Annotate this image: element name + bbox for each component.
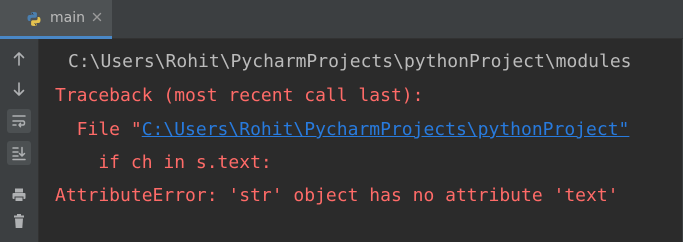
scroll-to-end-icon xyxy=(12,146,26,161)
print-button[interactable] xyxy=(7,183,31,207)
console-toolbar xyxy=(0,39,39,242)
down-button[interactable] xyxy=(7,77,31,101)
soft-wrap-button[interactable] xyxy=(7,109,31,133)
file-path-link[interactable]: C:\Users\Rohit\PycharmProjects\pythonPro… xyxy=(142,119,630,140)
up-arrow-icon xyxy=(13,52,25,66)
run-tab-bar: main xyxy=(0,0,683,39)
trash-icon xyxy=(14,214,24,228)
console-output[interactable]: C:\Users\Rohit\PycharmProjects\pythonPro… xyxy=(40,39,683,242)
scroll-to-end-button[interactable] xyxy=(7,141,31,165)
python-icon xyxy=(27,12,41,26)
tab-main[interactable]: main xyxy=(0,0,112,39)
console-line-file: File "C:\Users\Rohit\PycharmProjects\pyt… xyxy=(55,119,630,141)
tab-label: main xyxy=(50,10,85,26)
run-tool-window: main C:\Users\Rohit\PycharmProjects\pyth… xyxy=(0,0,683,242)
print-icon xyxy=(12,188,26,202)
console-line-code: if ch in s.text: xyxy=(55,152,272,173)
up-button[interactable] xyxy=(7,47,31,71)
console-line-command: C:\Users\Rohit\PycharmProjects\pythonPro… xyxy=(68,51,632,72)
console-line-traceback: Traceback (most recent call last): xyxy=(55,85,424,106)
soft-wrap-icon xyxy=(12,115,26,128)
file-prefix: File " xyxy=(55,119,142,140)
clear-button[interactable] xyxy=(7,209,31,233)
down-arrow-icon xyxy=(13,82,25,96)
close-icon[interactable] xyxy=(91,11,103,23)
console-line-error: AttributeError: 'str' object has no attr… xyxy=(55,185,619,206)
